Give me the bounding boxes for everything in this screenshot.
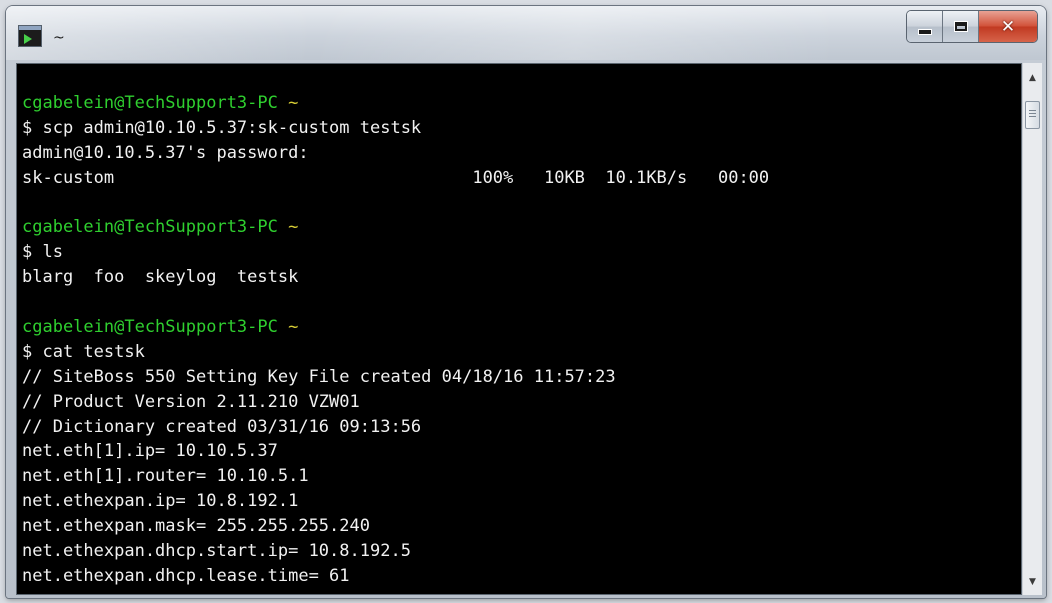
prompt-path: ~ — [288, 217, 299, 238]
scroll-thumb[interactable] — [1025, 101, 1040, 129]
minimize-button[interactable] — [907, 11, 943, 42]
output-line: admin@10.10.5.37's password: — [22, 142, 309, 163]
prompt-path: ~ — [288, 93, 299, 113]
prompt-line: cgabelein@TechSupport3-PC ~ — [22, 91, 1021, 116]
output-line: sk-custom 100% 10KB 10.1KB/s 00:00 — [22, 167, 770, 188]
output-line: net.ethexpan.mask= 255.255.255.240 — [22, 516, 370, 537]
close-button[interactable]: ✕ — [979, 11, 1037, 42]
output-line: net.eth[1].ip= 10.10.5.37 — [22, 441, 278, 462]
output-line: $ ls — [22, 242, 63, 263]
vertical-scrollbar[interactable]: ▲ ▼ — [1022, 63, 1042, 595]
maximize-button[interactable] — [943, 11, 979, 42]
prompt-user-host: cgabelein@TechSupport3-PC — [22, 93, 278, 113]
scroll-down-icon[interactable]: ▼ — [1023, 573, 1042, 591]
output-line: net.ethexpan.dhcp.lease.time= 61 — [22, 565, 350, 586]
output-line: // Product Version 2.11.210 VZW01 — [22, 391, 360, 412]
output-line: $ cat testsk — [22, 341, 145, 362]
terminal-window: ~ ✕ cgabelein@TechSupport3-PC ~ $ scp adm… — [6, 6, 1046, 598]
close-icon: ✕ — [1000, 16, 1016, 37]
minimize-icon — [917, 28, 932, 35]
prompt-user-host: cgabelein@TechSupport3-PC — [22, 317, 278, 338]
terminal-lines: cgabelein@TechSupport3-PC ~ $ scp admin@1… — [22, 91, 1021, 589]
output-line: net.ethexpan.ip= 10.8.192.1 — [22, 491, 299, 512]
prompt-user-host: cgabelein@TechSupport3-PC — [22, 217, 278, 238]
maximize-icon — [954, 22, 967, 31]
output-line: $ scp admin@10.10.5.37:sk-custom testsk — [22, 117, 422, 138]
caption-buttons: ✕ — [906, 10, 1038, 43]
terminal-output[interactable]: cgabelein@TechSupport3-PC ~ $ scp admin@1… — [16, 63, 1022, 595]
prompt-line: cgabelein@TechSupport3-PC ~ — [22, 315, 1021, 340]
output-line: net.eth[1].router= 10.10.5.1 — [22, 466, 309, 487]
prompt-line: cgabelein@TechSupport3-PC ~ — [22, 215, 1021, 240]
output-line: // Dictionary created 03/31/16 09:13:56 — [22, 416, 422, 437]
output-line: // SiteBoss 550 Setting Key File created… — [22, 366, 616, 387]
prompt-path: ~ — [288, 317, 299, 338]
output-line: net.ethexpan.dhcp.start.ip= 10.8.192.5 — [22, 541, 411, 562]
output-line: blarg foo skeylog testsk — [22, 267, 299, 288]
title-bar[interactable]: ~ ✕ — [6, 6, 1046, 60]
window-title: ~ — [53, 30, 65, 46]
terminal-icon[interactable] — [18, 25, 42, 47]
scroll-up-icon[interactable]: ▲ — [1023, 69, 1042, 87]
